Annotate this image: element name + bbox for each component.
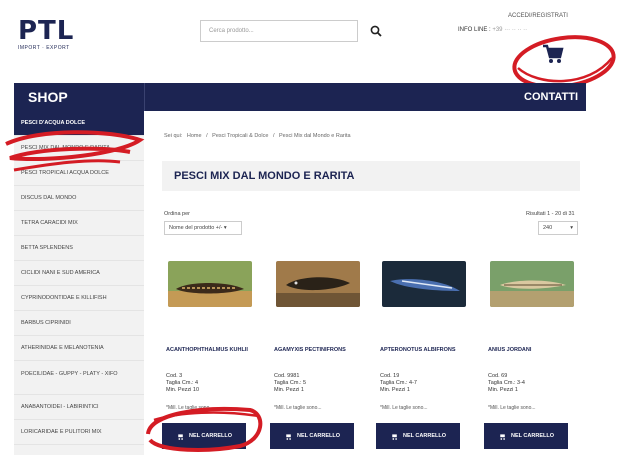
product-meta: Cod. 3 Taglia Cm.: 4 Min. Pezzi 10: [166, 373, 199, 394]
add-to-cart-label: NEL CARRELLO: [511, 433, 554, 439]
cart-button[interactable]: [542, 44, 564, 64]
product-name[interactable]: AGAMYXIS PECTINIFRONS: [274, 346, 364, 354]
logo-text: PTL: [18, 16, 75, 46]
logo-tagline: IMPORT · EXPORT: [18, 45, 70, 51]
shopping-cart-icon: [178, 433, 183, 440]
shopping-cart-icon: [500, 433, 505, 440]
product-code: Cod. 19: [380, 373, 400, 379]
product-meta: Cod. 19 Taglia Cm.: 4-7 Min. Pezzi 1: [380, 373, 417, 394]
info-line-label: INFO LINE :: [458, 27, 491, 33]
product-min-qty: Min. Pezzi 1: [274, 387, 304, 393]
page-title-box: PESCI MIX DAL MONDO E RARITA: [162, 161, 580, 191]
info-line: INFO LINE : +39 ··· ·· ·· ··: [458, 27, 527, 33]
shopping-cart-icon: [392, 433, 397, 440]
sidebar-item[interactable]: PESCI MIX DAL MONDO E RARITA: [14, 136, 144, 161]
main-content: Sei qui: Home / Pesci Tropicali & Dolce …: [150, 111, 586, 455]
product-card: ACANTHOPHTHALMUS KUHLII Cod. 3 Taglia Cm…: [162, 261, 258, 454]
breadcrumb-link[interactable]: Pesci Tropicali & Dolce: [212, 133, 268, 139]
product-min-qty: Min. Pezzi 1: [380, 387, 410, 393]
sidebar-item[interactable]: CICLIDI NANI E SUD AMERICA: [14, 261, 144, 286]
sidebar-item[interactable]: LORICARIDAE E PULITORI MIX: [14, 420, 144, 445]
sidebar-item[interactable]: BETTA SPLENDENS: [14, 236, 144, 261]
per-page-value: 240: [543, 225, 553, 231]
breadcrumb-current: Pesci Mix dal Mondo e Rarita: [279, 133, 351, 139]
search-button[interactable]: [364, 20, 388, 42]
sort-select[interactable]: Nome del prodotto +/- ▾: [164, 221, 242, 235]
shopping-cart-icon: [286, 433, 291, 440]
product-card: ANIUS JORDANI Cod. 69 Taglia Cm.: 3-4 Mi…: [484, 261, 580, 454]
sidebar-item[interactable]: BARBUS CIPRINIDI: [14, 311, 144, 336]
add-to-cart-label: NEL CARRELLO: [297, 433, 340, 439]
info-line-number: +39 ··· ·· ·· ··: [492, 27, 528, 33]
breadcrumb-separator: /: [206, 133, 208, 139]
add-to-cart-label: NEL CARRELLO: [403, 433, 446, 439]
sidebar-item[interactable]: ATHERINIDAE E MELANOTENIA: [14, 336, 144, 361]
breadcrumb: Sei qui: Home / Pesci Tropicali & Dolce …: [164, 133, 354, 139]
sidebar-item[interactable]: DISCUS DAL MONDO: [14, 186, 144, 211]
product-name[interactable]: ACANTHOPHTHALMUS KUHLII: [166, 346, 256, 354]
product-card: APTERONOTUS ALBIFRONS Cod. 19 Taglia Cm.…: [376, 261, 472, 454]
sidebar-item[interactable]: TETRA CARACIDI MIX: [14, 211, 144, 236]
per-page-select[interactable]: 240 ▾: [538, 221, 578, 235]
product-size: Taglia Cm.: 4-7: [380, 380, 417, 386]
ptl-logo[interactable]: PTL IMPORT · EXPORT: [18, 18, 74, 51]
add-to-cart-button[interactable]: NEL CARRELLO: [270, 423, 354, 449]
product-note: *Mill. Le taglie sono...: [380, 405, 428, 411]
breadcrumb-prefix: Sei qui:: [164, 133, 183, 139]
main-nav-bar: SHOP CONTATTI: [14, 83, 586, 111]
product-min-qty: Min. Pezzi 1: [488, 387, 518, 393]
product-code: Cod. 69: [488, 373, 508, 379]
nav-divider: [144, 83, 145, 111]
product-code: Cod. 9981: [274, 373, 300, 379]
breadcrumb-separator: /: [272, 133, 275, 139]
product-size: Taglia Cm.: 3-4: [488, 380, 525, 386]
product-name[interactable]: APTERONOTUS ALBIFRONS: [380, 346, 470, 354]
shop-menu-title[interactable]: SHOP: [28, 89, 68, 105]
product-image-fish[interactable]: [490, 261, 574, 307]
product-code: Cod. 3: [166, 373, 183, 379]
results-count: Risultati 1 - 20 di 31: [526, 211, 575, 217]
add-to-cart-button[interactable]: NEL CARRELLO: [484, 423, 568, 449]
product-note: *Mill. Le taglie sono...: [274, 405, 322, 411]
product-image-fish[interactable]: [276, 261, 360, 307]
product-card: AGAMYXIS PECTINIFRONS Cod. 9981 Taglia C…: [270, 261, 366, 454]
breadcrumb-link[interactable]: Home: [187, 133, 202, 139]
contacts-link[interactable]: CONTATTI: [524, 91, 578, 103]
sidebar-item[interactable]: ANABANTOIDEI - LABIRINTICI: [14, 395, 144, 420]
sidebar-item[interactable]: POECILIDAE - GUPPY - PLATY - XIFO: [14, 361, 144, 395]
product-meta: Cod. 69 Taglia Cm.: 3-4 Min. Pezzi 1: [488, 373, 525, 394]
product-note: *Mill. Le taglie sono...: [166, 405, 214, 411]
add-to-cart-button[interactable]: NEL CARRELLO: [376, 423, 460, 449]
login-register-link[interactable]: ACCEDI/REGISTRATI: [508, 13, 568, 19]
sort-select-value: Nome del prodotto +/-: [169, 225, 223, 231]
search-input[interactable]: Cerca prodotto...: [200, 20, 358, 42]
product-image-fish[interactable]: [382, 261, 466, 307]
product-min-qty: Min. Pezzi 10: [166, 387, 200, 393]
sidebar-item[interactable]: PESCI D'ACQUA DOLCE: [14, 111, 144, 136]
product-meta: Cod. 9981 Taglia Cm.: 5 Min. Pezzi 1: [274, 373, 306, 394]
product-size: Taglia Cm.: 4: [166, 380, 199, 386]
search-icon: [370, 25, 382, 37]
sidebar-item[interactable]: CYPRINODONTIDAE E KILLIFISH: [14, 286, 144, 311]
add-to-cart-label: NEL CARRELLO: [189, 433, 232, 439]
page: PTL IMPORT · EXPORT Cerca prodotto... AC…: [0, 0, 627, 455]
page-title: PESCI MIX DAL MONDO E RARITA: [174, 170, 355, 182]
chevron-down-icon: ▾: [570, 225, 573, 231]
sidebar-item[interactable]: PESCI TROPICALI ACQUA DOLCE: [14, 161, 144, 186]
add-to-cart-button[interactable]: NEL CARRELLO: [162, 423, 246, 449]
chevron-down-icon: ▾: [223, 225, 227, 231]
shopping-cart-icon: [543, 44, 564, 63]
sort-label: Ordina per: [164, 211, 190, 217]
product-name[interactable]: ANIUS JORDANI: [488, 346, 578, 354]
site-header: PTL IMPORT · EXPORT Cerca prodotto... AC…: [0, 0, 627, 89]
product-image-fish[interactable]: [168, 261, 252, 307]
category-sidebar: PESCI D'ACQUA DOLCE PESCI MIX DAL MONDO …: [14, 111, 144, 455]
product-note: *Mill. Le taglie sono...: [488, 405, 536, 411]
product-size: Taglia Cm.: 5: [274, 380, 307, 386]
